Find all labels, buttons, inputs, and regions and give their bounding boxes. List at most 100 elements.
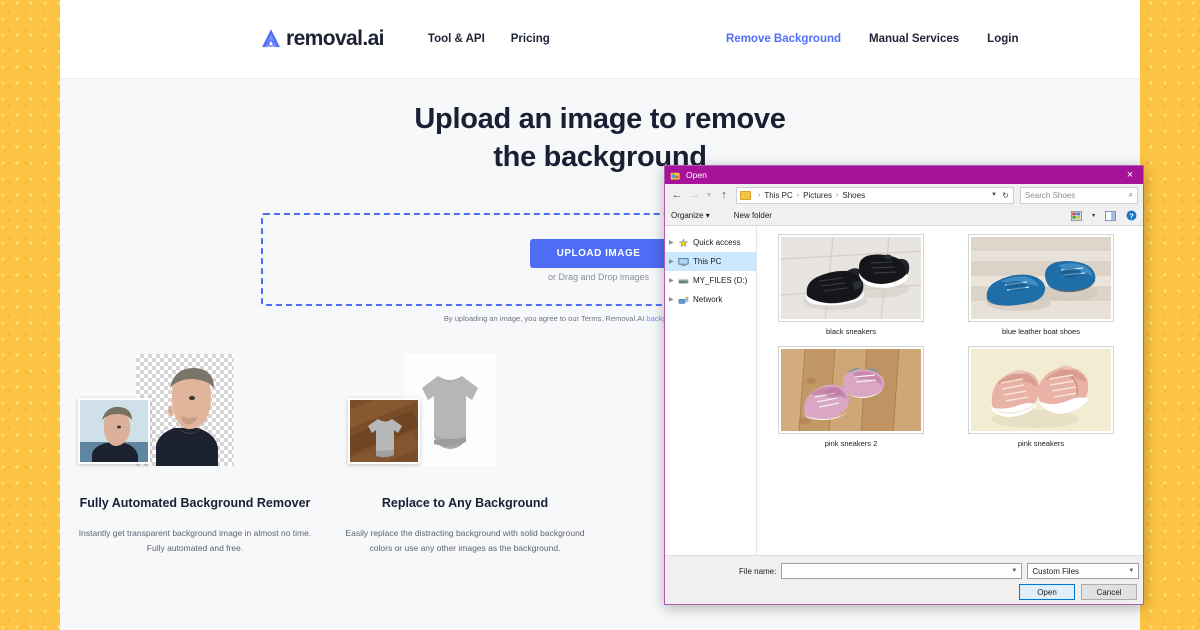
feature-title: Fully Automated Background Remover	[79, 496, 311, 510]
dialog-footer: File name: ▼ Custom Files ▼ Open Cancel	[665, 556, 1143, 604]
organize-label: Organize	[671, 211, 704, 220]
filename-input[interactable]: ▼	[781, 563, 1023, 579]
breadcrumb-separator: ›	[758, 191, 761, 199]
sidebar-item-label: MY_FILES (D:)	[693, 276, 748, 285]
dialog-title-bar: Open ×	[665, 166, 1143, 184]
toolbar-right-group: ▾ ?	[1070, 210, 1137, 221]
brand-name: removal.ai	[286, 27, 385, 50]
feature-art-portrait	[74, 352, 316, 470]
new-folder-button[interactable]: New folder	[734, 211, 772, 220]
file-thumbnail	[968, 234, 1114, 322]
view-mode-chevron-down-icon[interactable]: ▾	[1092, 212, 1095, 219]
feature-art-tshirt	[344, 352, 586, 470]
recent-locations-chevron-down-icon[interactable]: ▼	[704, 187, 714, 203]
dialog-body: ▶ Quick access ▶ This PC ▶ MY_FILES (D:)…	[665, 226, 1143, 556]
file-item-pink-sneakers-2[interactable]: pink sneakers 2	[771, 346, 931, 455]
breadcrumb-shoes[interactable]: Shoes	[842, 191, 865, 200]
dialog-buttons: Open Cancel	[1019, 584, 1137, 600]
pink-sneakers-2-svg	[781, 349, 921, 431]
file-label: blue leather boat shoes	[1002, 327, 1080, 336]
expand-chevron-icon[interactable]: ▶	[669, 239, 678, 246]
dialog-nav-bar: ← → ▼ ↑ › This PC › Pictures › Shoes ▼ ↻…	[665, 184, 1143, 206]
filename-label: File name:	[739, 566, 777, 576]
svg-text:?: ?	[1129, 211, 1134, 220]
filetype-value: Custom Files	[1032, 566, 1080, 576]
breadcrumb-pictures[interactable]: Pictures	[803, 191, 832, 200]
filetype-select[interactable]: Custom Files ▼	[1027, 563, 1140, 579]
drive-icon	[678, 279, 689, 283]
secondary-nav: Remove Background Manual Services Login	[726, 33, 1018, 45]
sidebar-item-label: This PC	[693, 257, 722, 266]
open-button[interactable]: Open	[1019, 584, 1075, 600]
organize-button[interactable]: Organize ▾	[671, 211, 710, 220]
sidebar-item-my-files[interactable]: ▶ MY_FILES (D:)	[665, 271, 756, 290]
forward-icon[interactable]: →	[687, 187, 701, 203]
nav-item-tool-api[interactable]: Tool & API	[428, 33, 485, 45]
portrait-cutout-image	[136, 354, 234, 466]
breadcrumb-separator-3: ›	[836, 191, 839, 199]
help-icon[interactable]: ?	[1126, 210, 1137, 221]
star-icon	[678, 237, 689, 247]
filetype-chevron-down-icon[interactable]: ▼	[1128, 568, 1134, 574]
nav-item-pricing[interactable]: Pricing	[511, 33, 550, 45]
a-logo-icon	[262, 29, 280, 48]
file-item-pink-sneakers[interactable]: pink sneakers	[961, 346, 1121, 455]
file-thumbnail	[778, 234, 924, 322]
page-title-line-1: Upload an image to remove	[414, 103, 786, 135]
blue-boat-shoes-svg	[971, 237, 1111, 319]
primary-nav: Tool & API Pricing	[428, 33, 550, 45]
upload-image-button[interactable]: UPLOAD IMAGE	[530, 239, 667, 268]
black-sneakers-thumb	[781, 237, 921, 319]
brand-logo[interactable]: removal.ai	[258, 26, 385, 52]
blue-boat-shoes-thumb	[971, 237, 1111, 319]
sidebar-item-label: Quick access	[693, 238, 741, 247]
nav-item-login[interactable]: Login	[987, 33, 1018, 45]
search-input[interactable]: Search Shoes ⌕	[1020, 186, 1138, 204]
pink-sneakers-thumb	[971, 349, 1111, 431]
tshirt-wood-bg-image	[348, 398, 420, 464]
back-icon[interactable]: ←	[670, 187, 684, 203]
sidebar-item-this-pc[interactable]: ▶ This PC	[665, 252, 756, 271]
file-open-dialog[interactable]: Open × ← → ▼ ↑ › This PC › Pictures › Sh…	[664, 165, 1144, 605]
file-item-black-sneakers[interactable]: black sneakers	[771, 234, 931, 343]
file-label: pink sneakers 2	[824, 439, 878, 448]
filename-row: File name: ▼ Custom Files ▼	[665, 563, 1143, 579]
feature-description: Instantly get transparent background ima…	[78, 527, 312, 554]
view-mode-icon[interactable]	[1070, 210, 1082, 221]
feature-card-replace: Replace to Any Background Easily replace…	[330, 352, 600, 557]
search-placeholder: Search Shoes	[1025, 190, 1076, 200]
portrait-cutout-svg	[156, 368, 218, 466]
folder-icon	[740, 190, 751, 200]
dialog-title: Open	[686, 170, 707, 180]
preview-pane-icon[interactable]	[1105, 210, 1116, 221]
dialog-sidebar: ▶ Quick access ▶ This PC ▶ MY_FILES (D:)…	[665, 226, 757, 555]
expand-chevron-icon[interactable]: ▶	[669, 296, 678, 303]
file-list: black sneakers blue leather boat shoes p…	[757, 226, 1143, 555]
filename-chevron-down-icon[interactable]: ▼	[1011, 568, 1017, 574]
breadcrumb[interactable]: › This PC › Pictures › Shoes ▼ ↻	[736, 186, 1014, 204]
open-folder-icon	[670, 172, 680, 180]
file-thumbnail	[778, 346, 924, 434]
dialog-toolbar: Organize ▾ New folder ▾ ?	[665, 206, 1143, 226]
feature-card-automated: Fully Automated Background Remover Insta…	[60, 352, 330, 557]
file-item-blue-boat-shoes[interactable]: blue leather boat shoes	[961, 234, 1121, 343]
refresh-icon[interactable]: ↻	[1002, 191, 1009, 200]
nav-item-remove-background[interactable]: Remove Background	[726, 33, 841, 45]
breadcrumb-chevron-down-icon[interactable]: ▼	[991, 192, 997, 198]
close-icon[interactable]: ×	[1117, 166, 1143, 184]
sidebar-item-quick-access[interactable]: ▶ Quick access	[665, 233, 756, 252]
sidebar-item-network[interactable]: ▶ Network	[665, 290, 756, 309]
expand-chevron-icon[interactable]: ▶	[669, 258, 678, 265]
portrait-original-image	[78, 398, 150, 464]
file-label: pink sneakers	[1017, 439, 1065, 448]
expand-chevron-icon[interactable]: ▶	[669, 277, 678, 284]
cancel-button[interactable]: Cancel	[1081, 584, 1137, 600]
nav-item-manual-services[interactable]: Manual Services	[869, 33, 959, 45]
file-label: black sneakers	[825, 327, 877, 336]
file-thumbnail	[968, 346, 1114, 434]
up-icon[interactable]: ↑	[717, 187, 731, 203]
feature-title: Replace to Any Background	[381, 496, 549, 510]
pink-sneakers-svg	[971, 349, 1111, 431]
breadcrumb-separator-2: ›	[796, 191, 800, 199]
breadcrumb-this-pc[interactable]: This PC	[764, 191, 792, 200]
